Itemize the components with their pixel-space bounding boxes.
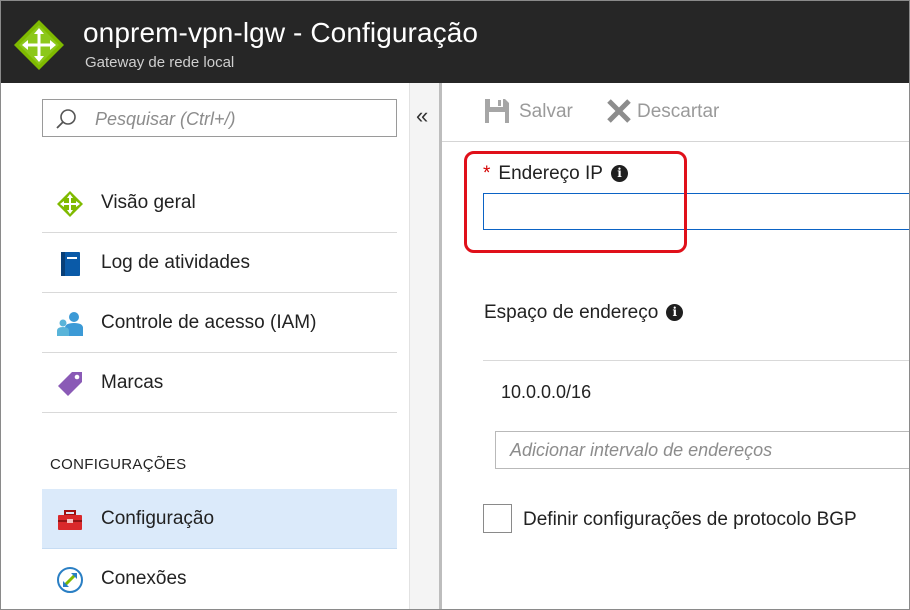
toolbox-icon bbox=[58, 510, 82, 530]
page-subtitle: Gateway de rede local bbox=[85, 54, 235, 71]
sidebar-item-label: Configuração bbox=[101, 508, 215, 529]
connections-icon bbox=[57, 567, 83, 593]
save-label: Salvar bbox=[519, 101, 573, 122]
local-network-gateway-icon bbox=[14, 20, 64, 70]
sidebar-item-label: Conexões bbox=[101, 568, 187, 589]
section-title-settings: CONFIGURAÇÕES bbox=[50, 456, 187, 473]
sidebar-item-configuration[interactable]: Configuração bbox=[42, 489, 397, 549]
sidebar: Pesquisar (Ctrl+/) Visão geral Log de at… bbox=[1, 83, 409, 609]
sidebar-item-overview[interactable]: Visão geral bbox=[42, 173, 397, 233]
blade-header: onprem-vpn-lgw - Configuração Gateway de… bbox=[1, 1, 909, 83]
address-list-divider bbox=[483, 360, 909, 361]
bgp-checkbox-label[interactable]: Definir configurações de protocolo BGP bbox=[523, 509, 857, 531]
overview-gateway-icon bbox=[57, 191, 83, 217]
main-content: Salvar Descartar * Endereço IP i Espaço de… bbox=[442, 83, 909, 609]
save-button[interactable]: Salvar bbox=[483, 97, 573, 127]
tag-icon bbox=[58, 372, 82, 396]
highlight-box bbox=[464, 151, 687, 253]
add-address-range-input[interactable]: Adicionar intervalo de endereços bbox=[495, 431, 909, 469]
bgp-checkbox[interactable] bbox=[483, 504, 512, 533]
sidebar-item-activity-log[interactable]: Log de atividades bbox=[42, 233, 397, 293]
page-title: onprem-vpn-lgw - Configuração bbox=[83, 17, 479, 48]
address-space-label-text: Espaço de endereço bbox=[484, 302, 659, 323]
sidebar-item-label: Controle de acesso (IAM) bbox=[101, 312, 317, 333]
address-space-label: Espaço de endereço i bbox=[484, 302, 684, 324]
save-icon bbox=[485, 99, 509, 123]
discard-button[interactable]: Descartar bbox=[605, 97, 725, 127]
address-space-value[interactable]: 10.0.0.0/16 bbox=[501, 382, 591, 403]
sidebar-item-label: Log de atividades bbox=[101, 252, 250, 273]
access-control-icon bbox=[57, 312, 83, 336]
close-icon bbox=[607, 99, 631, 123]
sidebar-item-tags[interactable]: Marcas bbox=[42, 353, 397, 413]
search-icon bbox=[56, 109, 76, 129]
collapse-sidebar-button[interactable]: « bbox=[409, 83, 439, 609]
sidebar-item-access-control[interactable]: Controle de acesso (IAM) bbox=[42, 293, 397, 353]
sidebar-item-connections[interactable]: Conexões bbox=[42, 549, 397, 609]
search-input[interactable]: Pesquisar (Ctrl+/) bbox=[42, 99, 397, 137]
activity-log-icon bbox=[61, 252, 80, 276]
sidebar-item-label: Visão geral bbox=[101, 192, 196, 213]
discard-label: Descartar bbox=[637, 101, 720, 122]
double-chevron-left-icon: « bbox=[416, 103, 429, 128]
info-icon[interactable]: i bbox=[666, 304, 684, 321]
sidebar-item-label: Marcas bbox=[101, 372, 164, 393]
search-placeholder: Pesquisar (Ctrl+/) bbox=[95, 109, 236, 129]
window: onprem-vpn-lgw - Configuração Gateway de… bbox=[0, 0, 910, 610]
add-address-range-placeholder: Adicionar intervalo de endereços bbox=[510, 440, 773, 460]
command-bar: Salvar Descartar bbox=[442, 83, 909, 142]
